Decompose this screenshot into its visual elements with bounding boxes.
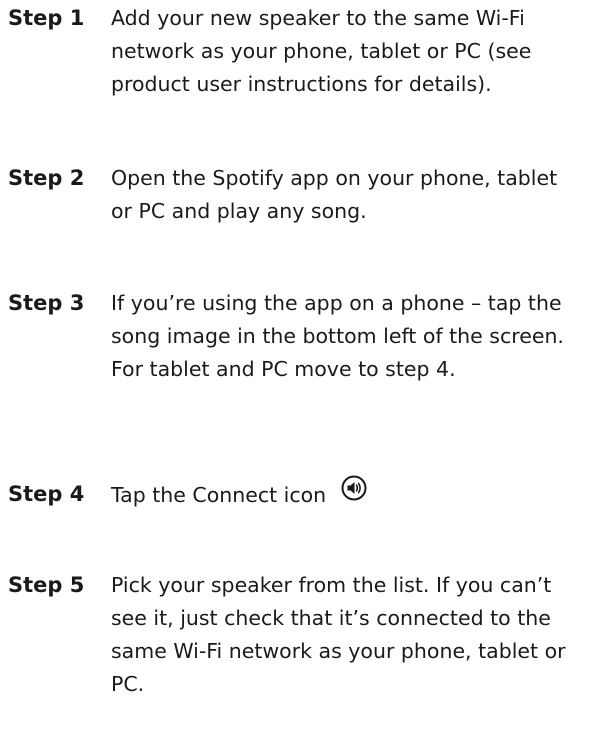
- step-4: Step 4 Tap the Connect icon: [8, 475, 582, 514]
- instructions-list: Step 1 Add your new speaker to the same …: [0, 0, 590, 733]
- step-text: Add your new speaker to the same Wi-Fi n…: [111, 6, 532, 96]
- step-text: Pick your speaker from the list. If you …: [111, 573, 566, 696]
- step-text: Tap the Connect icon: [111, 475, 582, 514]
- step-5: Step 5 Pick your speaker from the list. …: [8, 569, 582, 701]
- speaker-connect-icon: [341, 475, 367, 511]
- step-label: Step 4: [8, 482, 85, 506]
- step-3: Step 3 If you’re using the app on a phon…: [8, 287, 582, 386]
- step-label: Step 1: [8, 6, 85, 30]
- step-text-content: Tap the Connect icon: [111, 483, 327, 507]
- step-text: Open the Spotify app on your phone, tabl…: [111, 166, 558, 223]
- step-label: Step 5: [8, 573, 85, 597]
- step-text: If you’re using the app on a phone – tap…: [111, 291, 564, 381]
- step-2: Step 2 Open the Spotify app on your phon…: [8, 162, 582, 228]
- step-label: Step 2: [8, 166, 85, 190]
- step-1: Step 1 Add your new speaker to the same …: [8, 2, 582, 101]
- step-label: Step 3: [8, 291, 85, 315]
